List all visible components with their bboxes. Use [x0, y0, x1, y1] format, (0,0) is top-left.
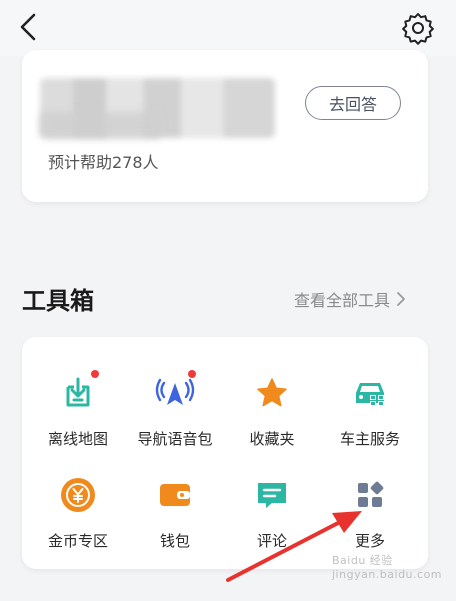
red-dot-badge: [188, 370, 196, 378]
blurred-question-text-line2: [40, 112, 160, 138]
wallet-icon: [154, 474, 196, 516]
view-all-tools-label: 查看全部工具: [294, 291, 391, 310]
tool-wallet[interactable]: 钱包: [125, 474, 225, 564]
help-count-text: 预计帮助278人: [48, 153, 159, 172]
tool-favorites[interactable]: 收藏夹: [222, 372, 322, 462]
answer-button[interactable]: 去回答: [305, 86, 401, 120]
red-dot-badge: [91, 370, 99, 378]
car-service-icon: [349, 372, 391, 414]
tool-label: 离线地图: [47, 430, 108, 448]
watermark-text: Baidu 经验 jingyan.baidu.com: [332, 554, 443, 581]
tool-label: 金币专区: [47, 532, 108, 550]
coin-icon: [57, 474, 99, 516]
tool-offline-map[interactable]: 离线地图: [28, 370, 128, 462]
download-map-icon: [57, 370, 99, 414]
comment-icon: [251, 474, 293, 516]
tool-coin-zone[interactable]: 金币专区: [28, 474, 128, 564]
tool-label: 导航语音包: [137, 430, 213, 448]
gear-icon[interactable]: [400, 10, 436, 46]
chevron-right-icon: [397, 292, 405, 306]
more-grid-icon: [349, 474, 391, 516]
nav-voice-icon: [154, 370, 196, 414]
top-bar: [0, 0, 456, 56]
tool-nav-voice[interactable]: 导航语音包: [125, 370, 225, 462]
tool-label: 钱包: [159, 532, 190, 550]
tool-car-service[interactable]: 车主服务: [320, 372, 420, 462]
back-icon[interactable]: [14, 10, 46, 44]
view-all-tools-link[interactable]: 查看全部工具: [294, 287, 406, 311]
tool-label: 车主服务: [339, 430, 400, 448]
tool-more[interactable]: 更多: [320, 474, 420, 564]
tool-label: 更多: [354, 532, 385, 550]
star-icon: [251, 372, 293, 414]
tool-comments[interactable]: 评论: [222, 474, 322, 564]
toolbox-title: 工具箱: [22, 287, 94, 315]
tool-label: 收藏夹: [249, 430, 295, 448]
tool-label: 评论: [256, 532, 287, 550]
